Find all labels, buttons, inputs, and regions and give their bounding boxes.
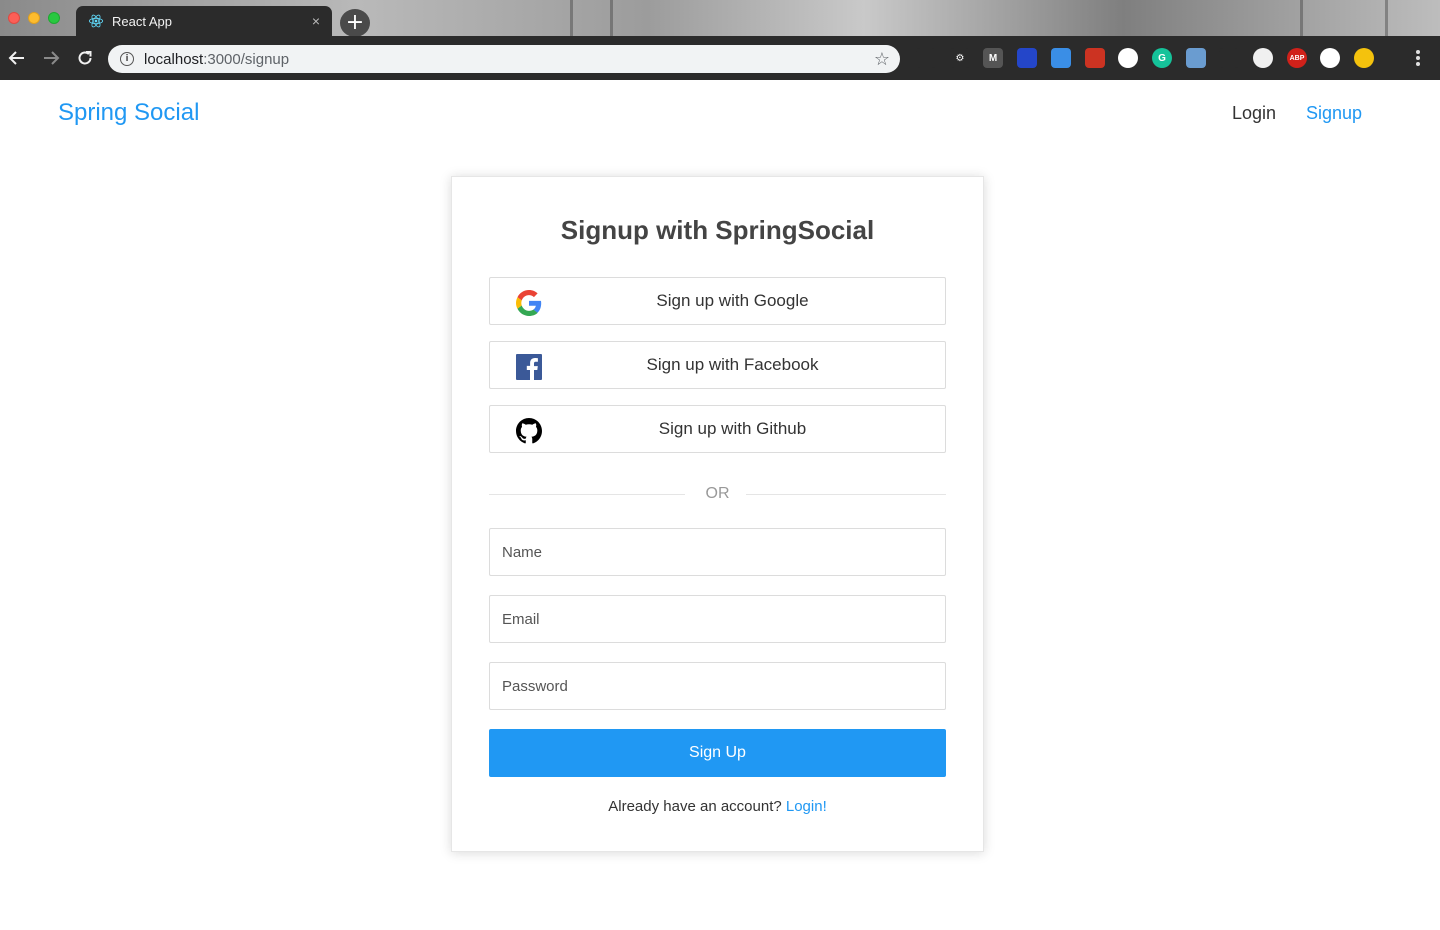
arrow-left-icon <box>8 51 24 65</box>
profile-avatar-icon[interactable] <box>1354 48 1374 68</box>
password-input[interactable] <box>489 662 946 710</box>
nav-login-link[interactable]: Login <box>1232 103 1276 124</box>
back-button[interactable] <box>3 44 31 72</box>
browser-tab[interactable]: React App × <box>76 6 332 36</box>
reload-icon <box>78 51 92 65</box>
browser-toolbar: i localhost:3000/signup ☆ ⚙ M G ABP <box>0 36 1440 80</box>
arrow-right-icon <box>44 51 60 65</box>
facebook-signup-button[interactable]: Sign up with Facebook <box>489 341 946 389</box>
address-bar[interactable]: i localhost:3000/signup ☆ <box>108 45 900 73</box>
sign-up-button[interactable]: Sign Up <box>489 729 946 777</box>
new-tab-button[interactable]: + <box>340 9 370 37</box>
grammarly-icon[interactable]: G <box>1152 48 1172 68</box>
red-puzzle-icon[interactable] <box>1085 48 1105 68</box>
react-icon <box>88 14 104 28</box>
bookmark-star-icon[interactable]: ☆ <box>874 50 890 68</box>
signup-title: Signup with SpringSocial <box>560 215 875 245</box>
name-input[interactable] <box>489 528 946 576</box>
github-signup-button[interactable]: Sign up with Github <box>489 405 946 453</box>
url-host: localhost <box>144 50 204 68</box>
window-maximize-button[interactable] <box>48 12 60 24</box>
shield-white-icon[interactable] <box>1118 48 1138 68</box>
separator-line <box>746 494 946 495</box>
google-signup-label: Sign up with Google <box>656 291 809 310</box>
white-circle-icon[interactable] <box>1253 48 1273 68</box>
facebook-signup-label: Sign up with Facebook <box>646 355 819 374</box>
adblock-icon[interactable]: ABP <box>1287 48 1307 68</box>
qr-code-icon[interactable] <box>1320 48 1340 68</box>
signup-card: Signup with SpringSocial Sign up with Go… <box>451 176 984 852</box>
translate-icon[interactable] <box>1051 48 1071 68</box>
window-minimize-button[interactable] <box>28 12 40 24</box>
lightbulb-icon[interactable] <box>1219 48 1239 68</box>
url-path: :3000/signup <box>203 50 290 68</box>
login-prompt: Already have an account? Login! <box>452 798 983 815</box>
tab-title: React App <box>112 13 172 29</box>
gmail-m-icon[interactable]: M <box>983 48 1003 68</box>
google-signup-button[interactable]: Sign up with Google <box>489 277 946 325</box>
github-signup-label: Sign up with Github <box>658 419 807 438</box>
login-link[interactable]: Login! <box>786 798 827 815</box>
tab-close-icon[interactable]: × <box>312 14 320 28</box>
sync-icon[interactable] <box>916 48 936 68</box>
github-icon <box>515 417 543 445</box>
email-input[interactable] <box>489 595 946 643</box>
forward-button[interactable] <box>37 44 65 72</box>
bookmark-blue-icon[interactable] <box>1017 48 1037 68</box>
google-icon <box>515 289 543 317</box>
facebook-icon <box>515 353 543 381</box>
app-header: Spring Social Login Signup <box>0 80 1440 146</box>
brand-link[interactable]: Spring Social <box>58 99 199 127</box>
reload-button[interactable] <box>71 44 99 72</box>
site-info-icon[interactable]: i <box>120 52 134 66</box>
screenshot-icon[interactable] <box>1186 48 1206 68</box>
or-separator: OR <box>489 484 946 504</box>
browser-menu-icon[interactable] <box>1410 48 1426 68</box>
login-prompt-text: Already have an account? <box>608 798 786 815</box>
window-close-button[interactable] <box>8 12 20 24</box>
nav-signup-link[interactable]: Signup <box>1306 103 1362 124</box>
gear-extension-icon[interactable]: ⚙ <box>950 48 970 68</box>
